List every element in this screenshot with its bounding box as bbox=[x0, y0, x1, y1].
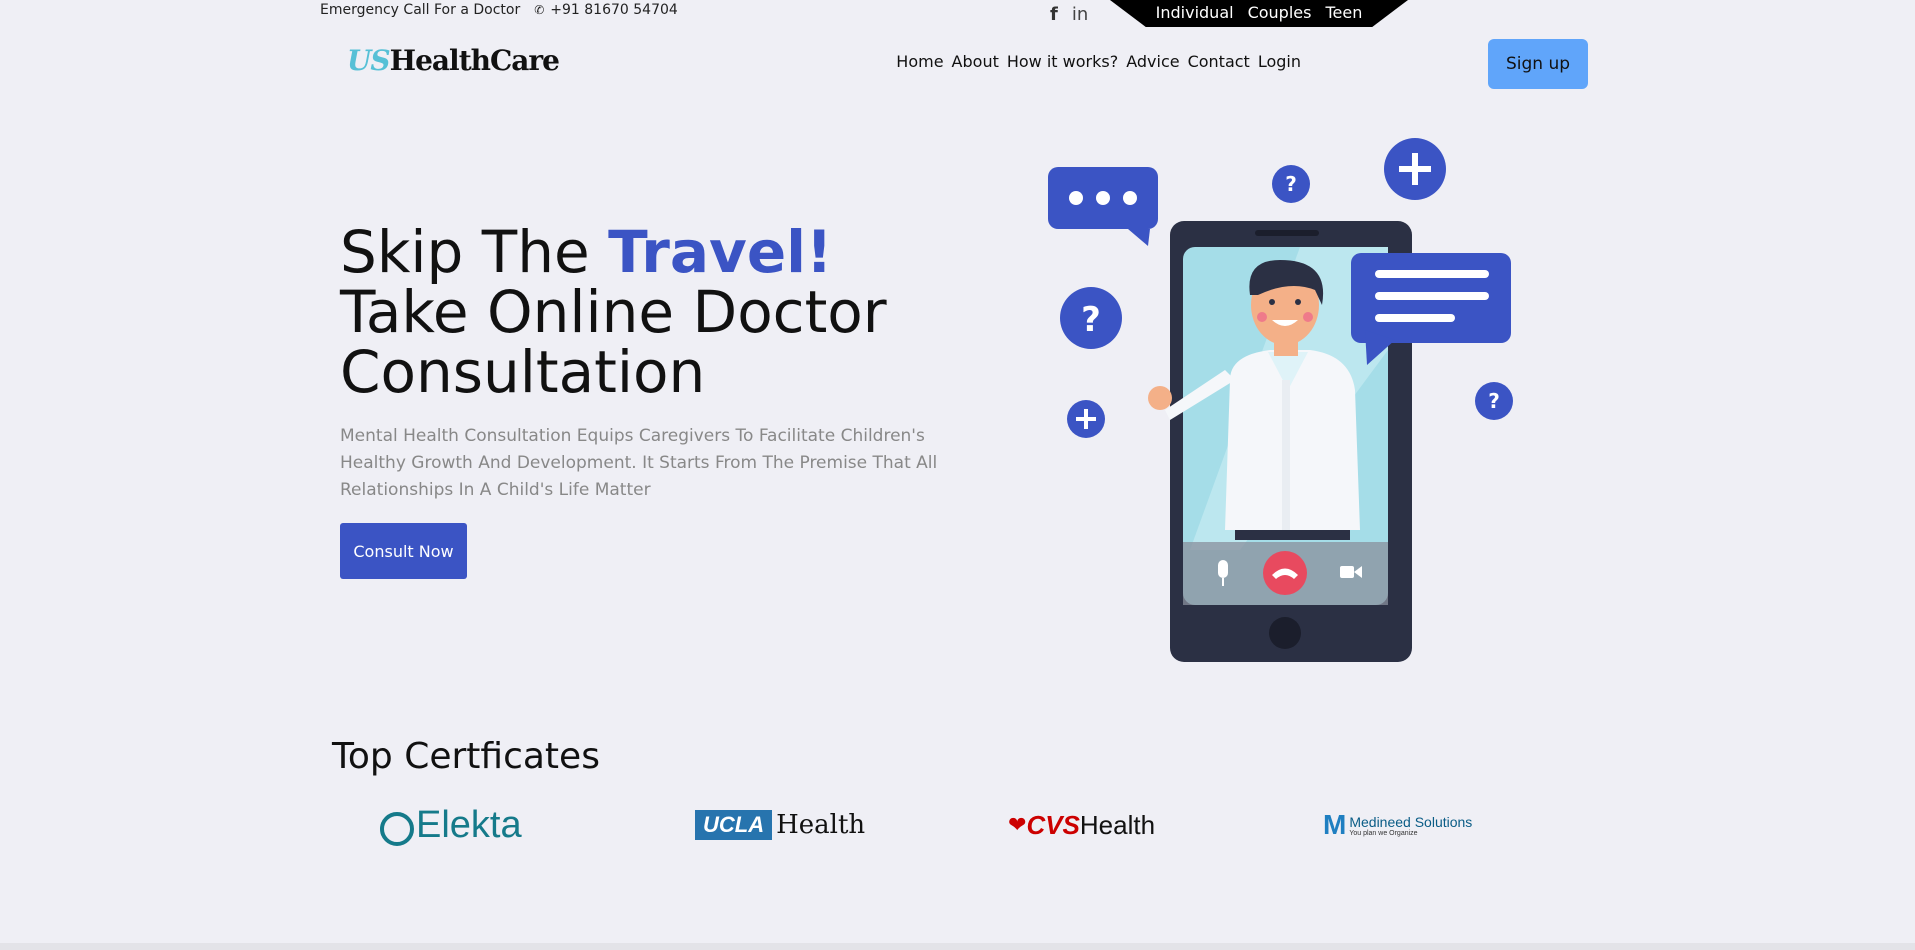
phone-contact[interactable]: ✆ +91 81670 54704 bbox=[534, 2, 678, 18]
nav-login[interactable]: Login bbox=[1258, 52, 1301, 71]
audience-switcher: Individual Couples Teen bbox=[1110, 0, 1408, 27]
end-call-icon[interactable] bbox=[1263, 551, 1307, 595]
cvs-health-name: Health bbox=[1079, 809, 1156, 840]
chat-dots-bubble-icon bbox=[1048, 167, 1158, 246]
question-icon: ? bbox=[1475, 382, 1513, 420]
svg-text:?: ? bbox=[1081, 300, 1101, 340]
brand-name: HealthCare bbox=[389, 44, 560, 77]
hero-title-accent: Travel! bbox=[608, 218, 833, 286]
nav-how-it-works[interactable]: How it works? bbox=[1007, 52, 1118, 71]
audience-teen[interactable]: Teen bbox=[1325, 3, 1362, 25]
elekta-ring-icon bbox=[380, 812, 414, 846]
hero-title: Skip The Travel! Take Online Doctor Cons… bbox=[340, 222, 887, 402]
ucla-health-logo: UCLA Health bbox=[695, 800, 865, 850]
consult-now-button[interactable]: Consult Now bbox=[340, 523, 467, 579]
medineed-mark-icon: M bbox=[1323, 809, 1347, 840]
medineed-tagline: You plan we Organize bbox=[1349, 829, 1418, 837]
signup-button[interactable]: Sign up bbox=[1488, 39, 1588, 89]
svg-text:?: ? bbox=[1488, 389, 1500, 413]
hero-title-line3: Consultation bbox=[340, 338, 706, 406]
brand-prefix: US bbox=[347, 44, 391, 77]
nav-about[interactable]: About bbox=[952, 52, 999, 71]
ucla-health-name: Health bbox=[776, 810, 866, 840]
facebook-icon[interactable]: f bbox=[1050, 4, 1058, 25]
doctor-phone-illustration: ? ? ? bbox=[1048, 138, 1513, 662]
chat-message-bubble-icon bbox=[1351, 253, 1511, 365]
cvs-health-logo: ❤ CVS Health bbox=[1008, 800, 1155, 850]
heart-icon: ❤ bbox=[1008, 812, 1027, 837]
hero-description: Mental Health Consultation Equips Caregi… bbox=[340, 426, 938, 500]
ucla-box: UCLA bbox=[695, 810, 773, 840]
emergency-label: Emergency Call For a Doctor bbox=[320, 2, 521, 18]
hero-title-line2: Take Online Doctor bbox=[340, 278, 887, 346]
phone-number: +91 81670 54704 bbox=[550, 2, 678, 18]
plus-icon bbox=[1067, 400, 1105, 438]
audience-couples[interactable]: Couples bbox=[1248, 3, 1312, 25]
phone-icon: ✆ bbox=[534, 3, 545, 17]
elekta-logo: Elekta bbox=[380, 800, 522, 850]
medineed-logo: M Medineed Solutions You plan we Organiz… bbox=[1323, 800, 1472, 850]
question-icon: ? bbox=[1060, 287, 1122, 349]
topbar: Emergency Call For a Doctor ✆ +91 81670 … bbox=[320, 0, 678, 20]
social-links: f in bbox=[1050, 4, 1088, 25]
elekta-name: Elekta bbox=[416, 803, 522, 846]
audience-individual[interactable]: Individual bbox=[1156, 3, 1234, 25]
call-controls bbox=[1183, 542, 1388, 605]
main-nav: Home About How it works? Advice Contact … bbox=[896, 52, 1301, 71]
hero-title-part1: Skip The bbox=[340, 218, 609, 286]
plus-icon bbox=[1384, 138, 1446, 200]
nav-contact[interactable]: Contact bbox=[1188, 52, 1250, 71]
linkedin-icon[interactable]: in bbox=[1072, 4, 1088, 25]
medineed-name: Medineed Solutions bbox=[1349, 813, 1473, 830]
svg-text:?: ? bbox=[1285, 172, 1297, 196]
certificates-title: Top Certficates bbox=[332, 736, 600, 777]
cvs-prefix: CVS bbox=[1026, 809, 1080, 840]
question-icon: ? bbox=[1272, 165, 1310, 203]
brand-logo[interactable]: USHealthCare bbox=[347, 44, 560, 77]
nav-advice[interactable]: Advice bbox=[1126, 52, 1179, 71]
nav-home[interactable]: Home bbox=[896, 52, 943, 71]
footer-divider bbox=[0, 943, 1915, 950]
